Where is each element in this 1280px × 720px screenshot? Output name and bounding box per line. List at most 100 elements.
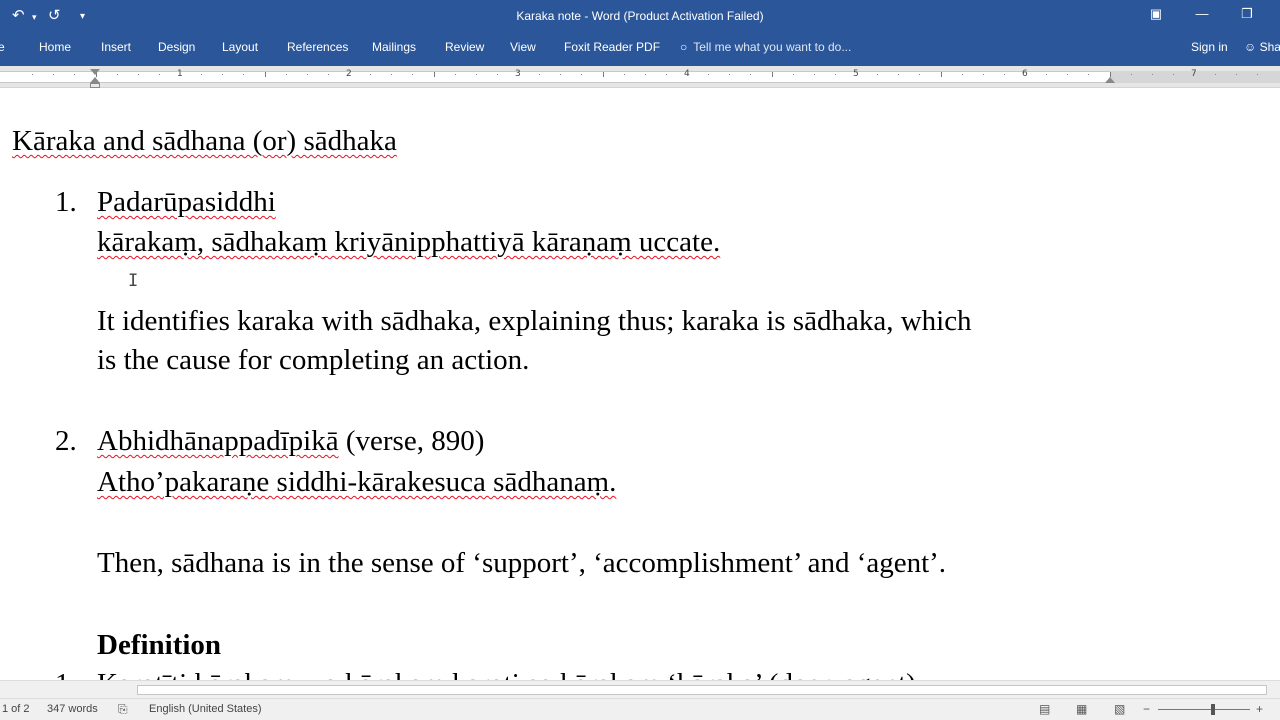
- tab-review[interactable]: Review: [445, 40, 484, 54]
- item-1-quote: kārakaṃ, sādhakaṃ kriyānipphattiyā kāraṇ…: [97, 225, 720, 259]
- lightbulb-icon: ○: [680, 40, 688, 54]
- tab-references[interactable]: References: [287, 40, 348, 54]
- ruler-dot: [1236, 74, 1237, 75]
- item-2-explanation: Then, sādhana is in the sense of ‘suppor…: [97, 547, 947, 579]
- ruler-dot: [286, 74, 287, 75]
- ruler-dot: [898, 74, 899, 75]
- share-label: Sha: [1259, 40, 1280, 54]
- page-count[interactable]: 1 of 2: [2, 703, 30, 715]
- zoom-in-icon[interactable]: +: [1256, 702, 1263, 716]
- ruler-dot: [919, 74, 920, 75]
- horizontal-scrollbar[interactable]: [0, 680, 1280, 698]
- tab-insert[interactable]: Insert: [101, 40, 131, 54]
- left-indent-marker[interactable]: [90, 83, 100, 88]
- zoom-slider-track[interactable]: [1158, 709, 1250, 710]
- item-2-title-suffix: (verse, 890): [338, 425, 485, 457]
- ruler-dot: [814, 74, 815, 75]
- ruler-dot: [138, 74, 139, 75]
- word-count[interactable]: 347 words: [47, 703, 98, 715]
- title-bar: ↶ ▾ ↺ ▾ Karaka note - Word (Product Acti…: [0, 0, 1280, 34]
- item-1-explanation-line1: It identifies karaka with sādhaka, expla…: [97, 305, 972, 337]
- ruler-dot: [581, 74, 582, 75]
- right-indent-marker[interactable]: [1105, 77, 1115, 83]
- ruler-number: 3: [515, 69, 521, 79]
- ribbon-display-options-icon[interactable]: ▣: [1141, 6, 1171, 22]
- item-1-title: Padarūpasiddhi: [97, 185, 276, 219]
- tab-layout[interactable]: Layout: [222, 40, 258, 54]
- heading-text: Kāraka and sādhana (or) sādhaka: [12, 125, 397, 157]
- zoom-slider-thumb[interactable]: [1211, 704, 1215, 715]
- ruler-dot: [412, 74, 413, 75]
- zoom-out-icon[interactable]: −: [1143, 702, 1150, 716]
- ruler-dot: [74, 74, 75, 75]
- ruler-dot: [708, 74, 709, 75]
- ruler-dot: [1046, 74, 1047, 75]
- tab-home[interactable]: Home: [39, 40, 71, 54]
- proofing-icon[interactable]: ⎘: [118, 702, 128, 717]
- status-bar: 1 of 2 347 words ⎘ English (United State…: [0, 698, 1280, 720]
- definition-line-partial: Karotīti kārakaṃ, yo kārakaṃ karoti so k…: [97, 667, 916, 680]
- ruler-dot: [117, 74, 118, 75]
- ruler-dot: [1173, 74, 1174, 75]
- sign-in-link[interactable]: Sign in: [1191, 40, 1228, 54]
- tab-view[interactable]: View: [510, 40, 536, 54]
- ruler-half-tick: [265, 72, 266, 77]
- ruler-number: 4: [684, 69, 690, 79]
- ruler-number: 1: [177, 69, 183, 79]
- ruler-dot: [53, 74, 54, 75]
- list-number: 1.: [55, 667, 77, 680]
- ruler-dot: [983, 74, 984, 75]
- tell-me-search[interactable]: ○ Tell me what you want to do...: [680, 40, 851, 54]
- list-number: 2.: [55, 425, 77, 457]
- ruler-dot: [32, 74, 33, 75]
- minimize-icon[interactable]: —: [1187, 6, 1217, 21]
- ruler-dot: [1067, 74, 1068, 75]
- ruler-dot: [391, 74, 392, 75]
- ruler-dot: [201, 74, 202, 75]
- scrollbar-thumb[interactable]: [137, 685, 1267, 695]
- share-button[interactable]: ☺ Sha: [1244, 40, 1280, 54]
- read-mode-icon[interactable]: ▤: [1039, 702, 1050, 716]
- item-1-explanation-line2: is the cause for completing an action.: [97, 344, 530, 376]
- web-layout-icon[interactable]: ▧: [1114, 702, 1125, 716]
- language[interactable]: English (United States): [149, 703, 262, 715]
- ruler-dot: [1152, 74, 1153, 75]
- ruler-dot: [370, 74, 371, 75]
- tell-me-text: Tell me what you want to do...: [693, 40, 852, 54]
- tab-file[interactable]: e: [0, 40, 5, 54]
- ruler-dot: [1257, 74, 1258, 75]
- ruler-number: 6: [1022, 69, 1028, 79]
- ruler-dot: [159, 74, 160, 75]
- window-title: Karaka note - Word (Product Activation F…: [516, 9, 764, 23]
- tab-foxit-reader-pdf[interactable]: Foxit Reader PDF: [564, 40, 660, 54]
- item-1-title-text: Padarūpasiddhi: [97, 186, 276, 218]
- ruler-dot: [560, 74, 561, 75]
- ruler-dot: [729, 74, 730, 75]
- ruler-dot: [1215, 74, 1216, 75]
- person-icon: ☺: [1244, 40, 1260, 54]
- document-page[interactable]: Kāraka and sādhana (or) sādhaka 1. Padar…: [0, 89, 1280, 680]
- ruler-dot: [645, 74, 646, 75]
- tab-mailings[interactable]: Mailings: [372, 40, 416, 54]
- ruler-half-tick: [434, 72, 435, 77]
- item-1-quote-text: kārakaṃ, sādhakaṃ kriyānipphattiyā kāraṇ…: [97, 226, 721, 258]
- ruler-dot: [877, 74, 878, 75]
- ruler-dot: [539, 74, 540, 75]
- ruler-dot: [328, 74, 329, 75]
- ruler-half-tick: [941, 72, 942, 77]
- ruler-dot: [750, 74, 751, 75]
- tab-design[interactable]: Design: [158, 40, 195, 54]
- ruler-dot: [1131, 74, 1132, 75]
- print-layout-icon[interactable]: ▦: [1076, 702, 1087, 716]
- ruler-dot: [1004, 74, 1005, 75]
- first-line-indent-marker[interactable]: [90, 69, 100, 75]
- document-heading: Kāraka and sādhana (or) sādhaka: [12, 124, 397, 158]
- ruler-dot: [455, 74, 456, 75]
- ruler-dot: [793, 74, 794, 75]
- ruler-strip: [0, 71, 1280, 83]
- horizontal-ruler[interactable]: 1 2 3 4 5 6 7: [0, 66, 1280, 88]
- ribbon-tabs: e Home Insert Design Layout References M…: [0, 34, 1280, 66]
- ruler-dot: [497, 74, 498, 75]
- restore-icon[interactable]: ❐: [1232, 6, 1262, 22]
- ruler-number: 7: [1191, 69, 1197, 79]
